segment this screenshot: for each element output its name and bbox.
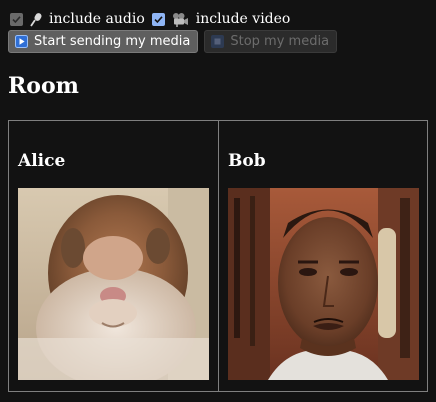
start-sending-label: Start sending my media (34, 34, 191, 49)
microphone-icon (30, 12, 42, 27)
media-buttons: Start sending my media Stop my media (8, 30, 338, 53)
include-video-checkbox[interactable] (151, 12, 165, 26)
participant-name: Bob (228, 151, 266, 171)
stop-media-button[interactable]: Stop my media (204, 30, 338, 53)
include-video-label: include video (195, 11, 291, 27)
participants-grid: Alice Bob (8, 120, 428, 392)
media-controls: include audio include video (10, 10, 297, 28)
play-icon (15, 35, 28, 48)
participant-tile-bob: Bob (218, 121, 427, 391)
participant-name: Alice (18, 151, 66, 171)
stop-media-label: Stop my media (230, 34, 330, 49)
participant-video-alice (18, 188, 209, 380)
room-title: Room (8, 73, 79, 99)
video-camera-icon (172, 12, 189, 27)
start-sending-button[interactable]: Start sending my media (8, 30, 199, 53)
participant-tile-alice: Alice (9, 121, 218, 391)
participant-video-bob (228, 188, 419, 380)
include-audio-label: include audio (49, 11, 145, 27)
include-audio-checkbox[interactable] (10, 12, 23, 26)
stop-icon (211, 35, 225, 48)
